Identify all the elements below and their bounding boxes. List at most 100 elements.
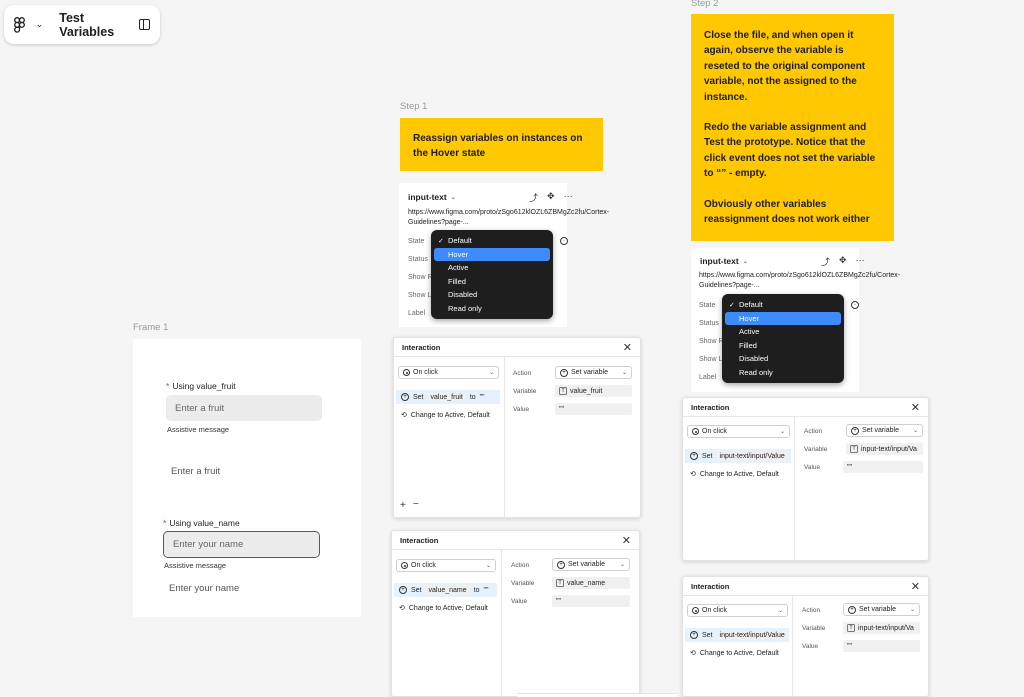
menu-item-filled[interactable]: Filled — [725, 339, 841, 353]
menu-item-active[interactable]: Active — [725, 325, 841, 339]
chevron-down-icon: ⌄ — [779, 429, 785, 435]
variable-label: Variable — [802, 625, 826, 632]
click-icon — [401, 562, 408, 569]
menu-item-disabled[interactable]: Disabled — [725, 352, 841, 366]
menu-item-hover[interactable]: Hover — [434, 247, 550, 261]
name-input[interactable]: Enter your name — [163, 531, 320, 558]
action-set-variable[interactable]: + Set value_fruit to "" — [396, 390, 500, 404]
menu-item-default[interactable]: ✓ Default — [434, 234, 550, 248]
value-field[interactable]: "" — [843, 461, 923, 473]
variable-label: Variable — [513, 388, 537, 395]
check-icon: ✓ — [729, 301, 735, 309]
step2-label[interactable]: Step 2 — [691, 0, 718, 9]
panel-actions: ⤴ ✥ ⋯ — [529, 191, 573, 204]
link-icon[interactable]: ⤴ — [821, 255, 830, 268]
trigger-select[interactable]: On click ⌄ — [687, 604, 788, 617]
sticky-note-step1[interactable]: Reassign variables on instances on the H… — [400, 118, 603, 171]
sticky-note-step2[interactable]: Close the file, and when open it again, … — [691, 14, 894, 241]
click-icon — [692, 607, 699, 614]
close-icon[interactable]: ✕ — [622, 534, 631, 547]
properties-panel: input-text ⌄ ⤴ ✥ ⋯ https://www.figma.com/pr… — [399, 183, 609, 327]
action-change-to[interactable]: ⟲ Change to Active, Default — [685, 646, 789, 660]
action-select[interactable]: + Set variable ⌄ — [843, 603, 920, 616]
swap-icon: ⟲ — [399, 605, 405, 612]
link-icon[interactable]: ⤴ — [529, 191, 538, 204]
step1-label[interactable]: Step 1 — [400, 101, 427, 112]
sticky-paragraph: Redo the variable assignment and Test th… — [704, 122, 876, 180]
variable-icon[interactable]: ◦ — [560, 237, 568, 245]
set-variable-icon: + — [851, 426, 859, 435]
panel-header: Interaction ✕ — [683, 398, 928, 417]
file-toolbar: ⌄ Test Variables — [4, 5, 160, 44]
interaction-list: On click ⌄ + Set input-text/input/Value ⟲ Ch… — [683, 417, 795, 560]
file-title[interactable]: Test Variables — [59, 11, 130, 39]
value-field[interactable]: "" — [555, 403, 632, 415]
more-icon[interactable]: ⋯ — [564, 191, 573, 204]
prototype-url[interactable]: https://www.figma.com/proto/zSgo612klOZL… — [699, 271, 900, 291]
figma-logo-icon[interactable] — [14, 16, 28, 34]
swap-icon: ⟲ — [690, 471, 696, 478]
value-text: "" — [479, 393, 485, 401]
component-name[interactable]: input-text ⌄ — [408, 192, 456, 202]
text-variable-icon: T — [847, 624, 855, 632]
action-change-to[interactable]: ⟲ Change to Active, Default — [396, 408, 500, 422]
text-variable-icon: T — [559, 387, 567, 395]
trigger-select[interactable]: On click ⌄ — [396, 559, 496, 572]
action-select[interactable]: + Set variable ⌄ — [846, 424, 923, 437]
trigger-select[interactable]: On click ⌄ — [398, 366, 499, 379]
menu-item-filled[interactable]: Filled — [434, 275, 550, 289]
component-icon[interactable]: ✥ — [547, 191, 555, 204]
menu-chevron-icon[interactable]: ⌄ — [36, 19, 44, 30]
set-variable-icon: + — [557, 560, 565, 569]
panel-actions: ⤴ ✥ ⋯ — [821, 255, 865, 268]
toggle-sidebar-icon[interactable] — [138, 19, 150, 30]
set-variable-icon: + — [690, 631, 698, 639]
more-icon[interactable]: ⋯ — [856, 255, 865, 268]
add-icon[interactable]: + — [400, 500, 406, 511]
sticky-note-text: Reassign variables on instances on the H… — [413, 133, 583, 160]
variable-icon[interactable]: ◦ — [851, 301, 859, 309]
component-name[interactable]: input-text ⌄ — [700, 256, 748, 266]
variable-chip: value_fruit — [427, 392, 466, 402]
state-dropdown-menu: ✓ Default Hover Active Filled Disabled Re… — [431, 230, 553, 319]
frame-1[interactable]: * Using value_fruit Enter a fruit Assisti… — [133, 339, 361, 617]
menu-item-disabled[interactable]: Disabled — [434, 288, 550, 302]
swap-icon: ⟲ — [401, 412, 407, 419]
panel-header: Interaction ✕ — [683, 577, 928, 596]
swap-icon: ⟲ — [690, 650, 696, 657]
click-icon — [403, 369, 410, 376]
close-icon[interactable]: ✕ — [623, 341, 632, 354]
remove-icon[interactable]: − — [413, 499, 419, 510]
menu-item-active[interactable]: Active — [434, 261, 550, 275]
state-dropdown-menu: ✓ Default Hover Active Filled Disabled Re… — [722, 294, 844, 383]
action-change-to[interactable]: ⟲ Change to Active, Default — [394, 601, 497, 615]
close-icon[interactable]: ✕ — [911, 401, 920, 414]
value-label: Value — [802, 643, 819, 650]
interaction-panel: Interaction ✕ On click ⌄ + Set value_name to "… — [391, 530, 640, 697]
variable-field[interactable]: Tinput-text/input/Va — [843, 622, 920, 634]
prototype-url[interactable]: https://www.figma.com/proto/zSgo612klOZL… — [408, 208, 609, 228]
menu-item-hover[interactable]: Hover — [725, 311, 841, 325]
chevron-down-icon: ⌄ — [488, 370, 494, 376]
action-change-to[interactable]: ⟲ Change to Active, Default — [685, 467, 791, 481]
value-field[interactable]: "" — [552, 595, 630, 607]
variable-field[interactable]: Tinput-text/input/Va — [846, 443, 923, 455]
frame1-label[interactable]: Frame 1 — [133, 322, 168, 333]
fruit-input[interactable]: Enter a fruit — [166, 395, 322, 421]
trigger-select[interactable]: On click ⌄ — [687, 425, 790, 438]
action-select[interactable]: + Set variable ⌄ — [555, 366, 632, 379]
menu-item-read-only[interactable]: Read only — [434, 302, 550, 316]
action-select[interactable]: + Set variable ⌄ — [552, 558, 630, 571]
action-set-variable[interactable]: + Set input-text/input/Value — [685, 449, 791, 463]
menu-item-read-only[interactable]: Read only — [725, 366, 841, 380]
value-field[interactable]: "" — [843, 640, 920, 652]
value-text: "" — [483, 586, 489, 594]
variable-field[interactable]: Tvalue_name — [552, 577, 630, 589]
close-icon[interactable]: ✕ — [911, 580, 920, 593]
action-set-variable[interactable]: + Set input-text/input/Value — [685, 628, 789, 642]
variable-field[interactable]: Tvalue_fruit — [555, 385, 632, 397]
action-set-variable[interactable]: + Set value_name to "" — [394, 583, 497, 597]
component-icon[interactable]: ✥ — [839, 255, 847, 268]
menu-item-default[interactable]: ✓ Default — [725, 298, 841, 312]
variable-chip: input-text/input/Value — [716, 630, 788, 640]
